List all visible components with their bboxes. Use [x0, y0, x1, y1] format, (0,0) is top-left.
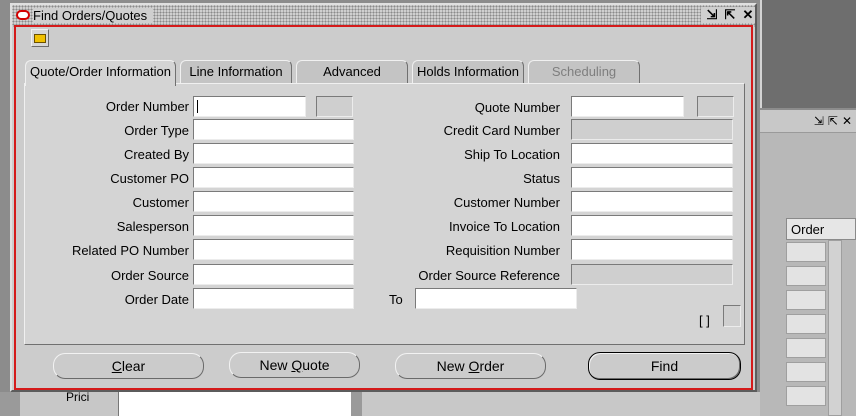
credit-card-number-label: Credit Card Number — [443, 123, 560, 138]
salesperson-field[interactable] — [193, 215, 354, 236]
order-date-from-field[interactable] — [193, 288, 354, 309]
find-orders-window: Find Orders/Quotes ⇲ ⇱ ✕ Quote/Order Inf… — [10, 3, 757, 392]
window-title: Find Orders/Quotes — [33, 8, 154, 23]
quote-number-label: Quote Number — [474, 100, 560, 115]
customer-po-field[interactable] — [193, 167, 354, 188]
background-grid-cell — [786, 362, 826, 382]
created-by-label: Created By — [123, 147, 189, 162]
requisition-number-label: Requisition Number — [445, 243, 560, 258]
window-titlebar[interactable]: Find Orders/Quotes ⇲ ⇱ ✕ — [12, 5, 755, 27]
invoice-to-location-field[interactable] — [571, 215, 733, 236]
background-grid-cell — [786, 290, 826, 310]
background-minimize-icon[interactable]: ⇲ — [814, 114, 824, 128]
invoice-to-location-label: Invoice To Location — [448, 219, 560, 234]
order-source-reference-field[interactable] — [571, 264, 733, 285]
background-scrollbar[interactable] — [828, 240, 842, 416]
new-quote-button[interactable]: New Quote — [229, 352, 360, 378]
new-quote-button-text: New — [259, 357, 292, 373]
related-po-number-field[interactable] — [193, 239, 354, 260]
background-grid-cell — [786, 242, 826, 262]
status-label: Status — [523, 171, 560, 186]
descriptive-flexfield-label: [ ] — [699, 313, 710, 328]
tab-holds-information[interactable]: Holds Information — [412, 60, 524, 84]
minimize-icon[interactable]: ⇲ — [705, 7, 719, 23]
background-close-icon[interactable]: ✕ — [842, 114, 852, 128]
background-window-bottom: Prici — [0, 390, 760, 416]
open-folder-button[interactable] — [31, 29, 49, 47]
descriptive-flexfield[interactable] — [723, 305, 741, 327]
order-source-reference-label: Order Source Reference — [418, 268, 560, 283]
clear-button-text-rest: lear — [121, 358, 146, 374]
background-panel-right — [362, 392, 760, 416]
new-order-button[interactable]: New Order — [395, 353, 546, 379]
new-order-button-text: New — [436, 358, 469, 374]
find-button[interactable]: Find — [588, 352, 741, 380]
new-quote-button-text-rest: uote — [302, 357, 330, 373]
order-number-field[interactable] — [193, 96, 306, 117]
tab-advanced[interactable]: Advanced — [296, 60, 408, 84]
maximize-icon[interactable]: ⇱ — [723, 7, 737, 23]
order-number-label: Order Number — [105, 99, 189, 114]
requisition-number-field[interactable] — [571, 239, 733, 260]
new-order-button-mnemonic: O — [468, 358, 480, 374]
salesperson-label: Salesperson — [116, 219, 189, 234]
order-date-to-field[interactable] — [415, 288, 577, 309]
quote-number-lov-button[interactable] — [697, 96, 734, 117]
new-order-button-text-rest: rder — [479, 358, 505, 374]
background-grid-cell — [786, 266, 826, 286]
oracle-logo-icon — [16, 10, 30, 20]
customer-po-label: Customer PO — [110, 171, 189, 186]
clear-button[interactable]: Clear — [53, 353, 204, 379]
status-field[interactable] — [571, 167, 733, 188]
background-grid-cell — [786, 338, 826, 358]
order-type-label: Order Type — [124, 123, 189, 138]
window-controls: ⇲ ⇱ ✕ — [701, 7, 755, 23]
customer-number-field[interactable] — [571, 191, 733, 212]
ship-to-location-label: Ship To Location — [464, 147, 560, 162]
created-by-field[interactable] — [193, 143, 354, 164]
background-grid-cell — [786, 314, 826, 334]
quote-order-information-panel: Order Number Order Type Created By Custo… — [24, 83, 745, 345]
order-date-to-label: To — [389, 292, 403, 307]
background-maximize-icon[interactable]: ⇱ — [828, 114, 838, 128]
customer-number-label: Customer Number — [453, 195, 560, 210]
tab-quote-order-information[interactable]: Quote/Order Information — [25, 60, 176, 86]
order-date-label: Order Date — [124, 292, 189, 307]
clear-button-mnemonic: C — [111, 358, 122, 374]
customer-label: Customer — [132, 195, 189, 210]
folder-icon — [34, 34, 46, 43]
background-grid-cell — [786, 386, 826, 406]
related-po-number-label: Related PO Number — [71, 243, 189, 258]
ship-to-location-field[interactable] — [571, 143, 733, 164]
tab-line-information[interactable]: Line Information — [180, 60, 292, 84]
background-window-right: ⇲ ⇱ ✕ Order — [760, 110, 856, 416]
background-window-titlebar: ⇲ ⇱ ✕ — [760, 110, 856, 133]
background-window-top — [760, 0, 856, 108]
order-source-label: Order Source — [110, 268, 189, 283]
text-cursor — [197, 100, 198, 113]
order-type-field[interactable] — [193, 119, 354, 140]
tab-scheduling[interactable]: Scheduling — [528, 60, 640, 84]
new-quote-button-mnemonic: Q — [291, 357, 303, 373]
background-partial-label: Prici — [66, 390, 90, 404]
customer-field[interactable] — [193, 191, 354, 212]
background-grid-header: Order — [786, 218, 856, 240]
dialog-content: Quote/Order Information Line Information… — [14, 25, 753, 390]
close-icon[interactable]: ✕ — [741, 7, 755, 23]
quote-number-field[interactable] — [571, 96, 684, 117]
background-text-area — [118, 392, 351, 416]
credit-card-number-field[interactable] — [571, 119, 733, 140]
order-source-field[interactable] — [193, 264, 354, 285]
order-number-lov-button[interactable] — [316, 96, 353, 117]
